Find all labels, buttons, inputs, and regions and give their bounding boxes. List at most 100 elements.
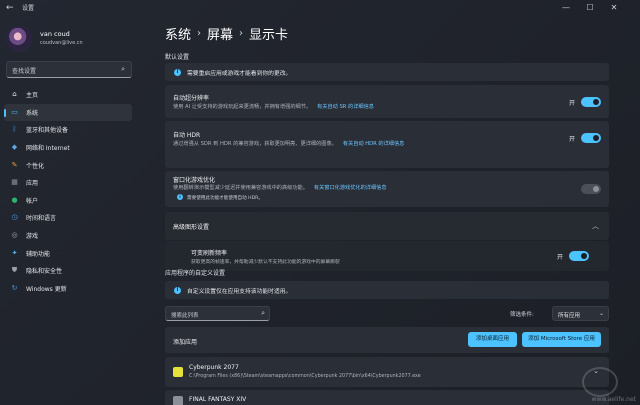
filter-dropdown[interactable]: 所有应用 ⌄ <box>552 306 609 321</box>
vrr-title: 可变刷新频率 <box>191 250 228 257</box>
chevron-up-icon[interactable]: ︿ <box>592 221 599 231</box>
main-content: 系统 › 屏幕 › 显示卡 默认设置 i 需要重启应用或游戏才能看到你的更改。 … <box>140 16 640 405</box>
sidebar: van coud coudvan@live.cn 查找设置 ⌕ ⌂ 主页 ▭ 系… <box>0 16 140 405</box>
sidebar-item-label: 网络和 Internet <box>26 145 70 153</box>
user-name: van coud <box>40 30 70 38</box>
vrr-desc: 获取更高的帧速率，并帮助减少默认不支持此功能的游戏中的屏幕撕裂 <box>191 260 340 265</box>
list-search-input[interactable]: 搜索此列表 ⌕ <box>165 306 270 321</box>
privacy-icon: ⛊ <box>11 266 18 275</box>
app-path: C:\Program Files (x86)\Steam\steamapps\c… <box>189 374 421 379</box>
auto-hdr-state: 开 <box>568 135 575 143</box>
sidebar-item-label: 主页 <box>26 92 39 100</box>
sidebar-item-gaming[interactable]: ◎ 游戏 <box>4 227 132 245</box>
auto-hdr-toggle[interactable] <box>581 133 601 143</box>
chevron-right-icon: › <box>239 28 244 39</box>
auto-sr-desc: 使用 AI 让受支持的游戏玩起来更流畅，并拥有增强的细节。 有关自动 SR 的详细… <box>173 103 374 110</box>
search-icon[interactable]: ⌕ <box>121 65 125 74</box>
watermark-logo <box>582 367 618 397</box>
info-icon: i <box>174 68 181 76</box>
custom-notice: i 自定义设置仅在应用支持该功能时适用。 <box>165 281 609 299</box>
auto-hdr-link[interactable]: 有关自动 HDR 的详细信息 <box>343 141 405 147</box>
window-title: 设置 <box>22 5 35 12</box>
sidebar-item-privacy[interactable]: ⛊ 隐私和安全性 <box>4 262 132 280</box>
advanced-graphics-title: 高级图形设置 <box>173 224 210 231</box>
advanced-graphics-header[interactable]: 高级图形设置 ︿ <box>165 212 609 240</box>
vrr-toggle-group: 开 <box>557 251 589 261</box>
filter-label: 筛选条件: <box>510 312 534 318</box>
list-search-placeholder: 搜索此列表 <box>171 312 199 319</box>
search-icon[interactable]: ⌕ <box>261 309 265 318</box>
search-input[interactable]: 查找设置 ⌕ <box>6 61 132 78</box>
sidebar-item-label: 时间和语言 <box>26 215 57 223</box>
settings-window: ← 设置 — ☐ ✕ van coud coudvan@live.cn 查找设置… <box>0 0 640 405</box>
sidebar-item-label: 个性化 <box>26 162 45 170</box>
maximize-button[interactable]: ☐ <box>584 2 596 14</box>
sidebar-item-network[interactable]: ◆ 网络和 Internet <box>4 139 132 157</box>
windowed-opt-desc: 使用翻转演示模型减少延迟并使用兼容游戏中的高级功能。 有关窗口化游戏优化的详细信息 <box>173 184 387 191</box>
info-icon: i <box>174 286 181 294</box>
close-button[interactable]: ✕ <box>608 2 620 14</box>
sidebar-item-windows-update[interactable]: ↻ Windows 更新 <box>4 280 132 298</box>
windows-update-icon: ↻ <box>11 283 18 292</box>
auto-sr-toggle[interactable] <box>581 97 601 107</box>
personalization-icon: ✎ <box>11 160 18 169</box>
list-item[interactable]: Cyberpunk 2077 C:\Program Files (x86)\St… <box>165 357 609 387</box>
sidebar-item-bluetooth[interactable]: ᛒ 蓝牙和其他设备 <box>4 121 132 139</box>
back-button[interactable]: ← <box>6 3 16 13</box>
network-icon: ◆ <box>11 143 18 152</box>
sidebar-item-label: 游戏 <box>26 233 39 241</box>
ffxiv-app-icon <box>173 396 183 405</box>
add-app-label: 添加应用 <box>173 339 198 346</box>
add-desktop-app-button[interactable]: 添加桌面应用 <box>468 332 517 347</box>
app-name: FINAL FANTASY XIV <box>189 396 247 403</box>
auto-sr-title: 自动超分辨率 <box>173 95 210 102</box>
filter-value: 所有应用 <box>558 312 581 319</box>
sidebar-item-label: 隐私和安全性 <box>26 268 63 276</box>
sidebar-item-apps[interactable]: ▦ 应用 <box>4 174 132 192</box>
minimize-button[interactable]: — <box>560 2 572 14</box>
sidebar-item-accounts[interactable]: ● 帐户 <box>4 192 132 210</box>
windowed-opt-toggle-group <box>581 184 601 194</box>
add-store-app-button[interactable]: 添加 Microsoft Store 应用 <box>522 332 601 347</box>
sidebar-item-label: 辅助功能 <box>26 250 51 258</box>
sidebar-item-personalization[interactable]: ✎ 个性化 <box>4 156 132 174</box>
list-item[interactable]: FINAL FANTASY XIV <box>165 390 609 405</box>
auto-sr-setting: 自动超分辨率 使用 AI 让受支持的游戏玩起来更流畅，并拥有增强的细节。 有关自动… <box>165 85 609 118</box>
windowed-opt-link[interactable]: 有关窗口化游戏优化的详细信息 <box>314 185 387 191</box>
sidebar-item-time-language[interactable]: ◷ 时间和语言 <box>4 209 132 227</box>
breadcrumb: 系统 › 屏幕 › 显示卡 <box>165 24 288 43</box>
custom-notice-text: 自定义设置仅在应用支持该功能时适用。 <box>187 288 292 295</box>
info-icon: i <box>177 194 183 200</box>
auto-sr-toggle-group: 开 <box>569 97 601 107</box>
default-settings-heading: 默认设置 <box>165 54 190 61</box>
auto-sr-state: 开 <box>568 99 575 107</box>
sidebar-item-system[interactable]: ▭ 系统 <box>4 103 132 122</box>
gaming-icon: ◎ <box>11 231 18 240</box>
restart-notice: i 需要重启应用或游戏才能看到你的更改。 <box>165 63 609 81</box>
auto-hdr-desc: 通过增强从 SDR 到 HDR 的兼容游戏，获取更加明亮、更详细的图像。 有关自动… <box>173 140 404 147</box>
custom-settings-heading: 应用程序的自定义设置 <box>165 270 226 277</box>
sidebar-item-accessibility[interactable]: ✦ 辅助功能 <box>4 244 132 262</box>
search-placeholder: 查找设置 <box>12 68 37 75</box>
vrr-setting: 可变刷新频率 获取更高的帧速率，并帮助减少默认不支持此功能的游戏中的屏幕撕裂 开 <box>165 241 609 271</box>
vrr-state: 开 <box>556 253 563 261</box>
sidebar-nav: ⌂ 主页 ▭ 系统 ᛒ 蓝牙和其他设备 ◆ 网络和 Internet ✎ 个性化… <box>4 86 132 297</box>
user-email: coudvan@live.cn <box>40 40 83 46</box>
bluetooth-icon: ᛒ <box>12 125 17 134</box>
breadcrumb-system[interactable]: 系统 <box>165 24 191 43</box>
windowed-opt-note: 需要使用此功能才能使用自动 HDR。 <box>187 195 263 201</box>
sidebar-item-label: 系统 <box>26 109 39 117</box>
windowed-opt-toggle[interactable] <box>581 184 601 194</box>
breadcrumb-display[interactable]: 屏幕 <box>207 24 233 43</box>
windowed-opt-title: 窗口化游戏优化 <box>173 177 216 184</box>
sidebar-item-home[interactable]: ⌂ 主页 <box>4 86 132 104</box>
chevron-down-icon: ⌄ <box>598 310 604 317</box>
accounts-icon: ● <box>11 195 18 204</box>
vrr-toggle[interactable] <box>569 251 589 261</box>
sidebar-item-label: 应用 <box>26 180 39 188</box>
auto-sr-link[interactable]: 有关自动 SR 的详细信息 <box>317 104 374 110</box>
avatar[interactable] <box>6 26 32 52</box>
app-name: Cyberpunk 2077 <box>189 364 239 371</box>
apps-icon: ▦ <box>11 178 18 187</box>
add-app-row: 添加应用 添加桌面应用 添加 Microsoft Store 应用 <box>165 327 609 353</box>
